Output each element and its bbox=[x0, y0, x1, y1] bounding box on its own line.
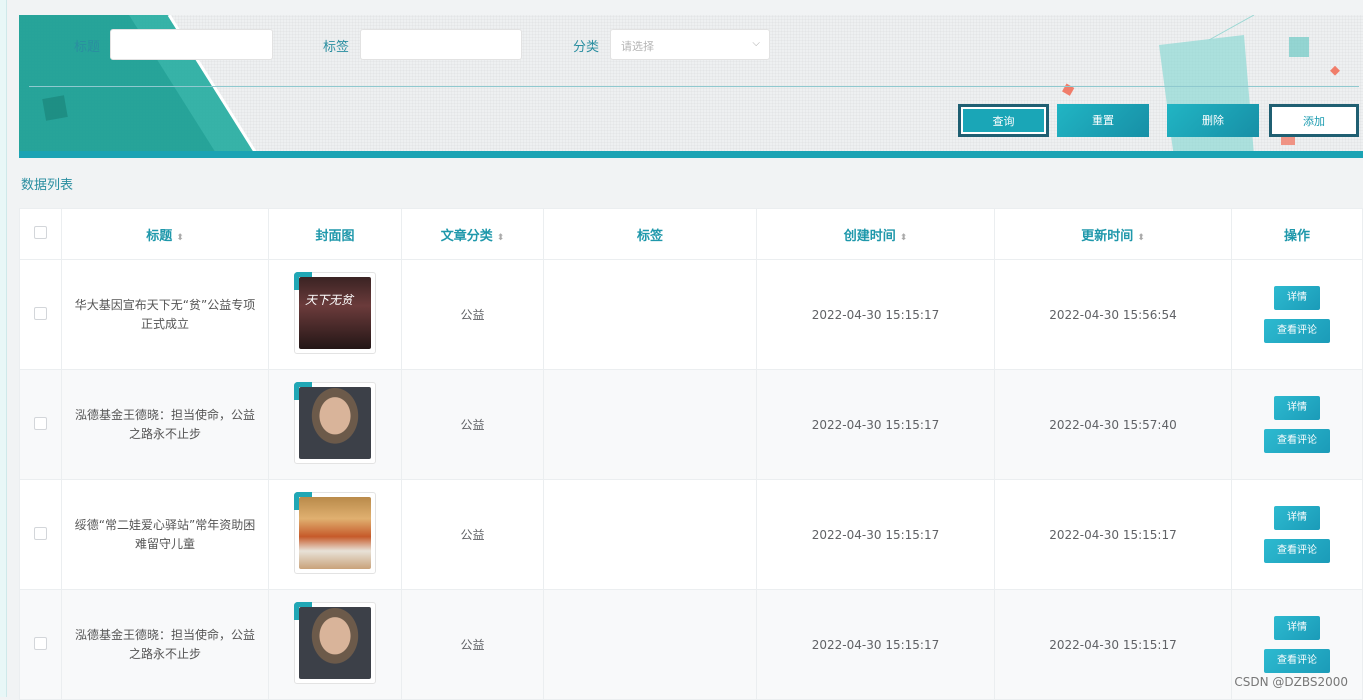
col-created-label: 创建时间 bbox=[843, 228, 896, 244]
watermark: CSDN @DZBS2000 bbox=[1234, 675, 1348, 689]
view-comments-button[interactable]: 查看评论 bbox=[1264, 319, 1330, 343]
row-cover-cell bbox=[268, 369, 402, 480]
row-updated: 2022-04-30 15:57:40 bbox=[994, 369, 1232, 480]
category-select[interactable]: 请选择 ⌵ bbox=[610, 29, 770, 60]
row-ops: 详情 查看评论 bbox=[1231, 259, 1363, 370]
cover-corner-accent bbox=[294, 492, 312, 510]
sort-icon[interactable]: ⬍ bbox=[1137, 233, 1145, 243]
col-ops-label: 操作 bbox=[1283, 228, 1310, 244]
col-tags-label: 标签 bbox=[636, 228, 663, 244]
table-row: 华大基因宣布天下无“贫”公益专项正式成立 天下无贫 公益 2022-04-30 … bbox=[19, 259, 1363, 370]
chevron-down-icon: ⌵ bbox=[752, 38, 760, 49]
col-created-header[interactable]: 创建时间 ⬍ bbox=[756, 208, 995, 260]
row-tags bbox=[543, 479, 757, 590]
cover-image[interactable] bbox=[294, 492, 376, 574]
category-filter-label: 分类 bbox=[573, 40, 600, 55]
row-checkbox[interactable] bbox=[34, 306, 47, 320]
row-tags bbox=[543, 369, 757, 480]
detail-button[interactable]: 详情 bbox=[1274, 616, 1320, 640]
col-title-label: 标题 bbox=[146, 228, 173, 244]
row-checkbox[interactable] bbox=[34, 636, 47, 650]
row-updated: 2022-04-30 15:15:17 bbox=[994, 479, 1232, 590]
table-row: 绥德“常二娃爱心驿站”常年资助困难留守儿童 公益 2022-04-30 15:1… bbox=[19, 479, 1363, 590]
row-select-cell bbox=[19, 479, 62, 590]
title-search-input[interactable] bbox=[110, 29, 273, 60]
sort-icon[interactable]: ⬍ bbox=[900, 233, 908, 243]
col-tags-header: 标签 bbox=[543, 208, 757, 260]
sort-icon[interactable]: ⬍ bbox=[497, 233, 505, 243]
row-title: 绥德“常二娃爱心驿站”常年资助困难留守儿童 bbox=[61, 479, 269, 590]
row-created: 2022-04-30 15:15:17 bbox=[756, 589, 995, 700]
row-ops: 详情 查看评论 bbox=[1231, 479, 1363, 590]
cover-overlay-text: 天下无贫 bbox=[305, 293, 354, 307]
cover-image[interactable] bbox=[294, 602, 376, 684]
detail-button[interactable]: 详情 bbox=[1274, 396, 1320, 420]
row-select-cell bbox=[19, 259, 62, 370]
data-table: 标题 ⬍ 封面图 文章分类 ⬍ 标签 创建时间 ⬍ 更新时间 ⬍ 操作 华大基因宣布天下… bbox=[19, 208, 1363, 700]
cover-corner-accent bbox=[294, 602, 312, 620]
view-comments-button[interactable]: 查看评论 bbox=[1264, 539, 1330, 563]
row-updated: 2022-04-30 15:56:54 bbox=[994, 259, 1232, 370]
row-cover-cell: 天下无贫 bbox=[268, 259, 402, 370]
window-left-edge bbox=[0, 0, 7, 697]
title-filter-label: 标题 bbox=[74, 40, 101, 55]
view-comments-button[interactable]: 查看评论 bbox=[1264, 429, 1330, 453]
col-cover-header: 封面图 bbox=[268, 208, 402, 260]
row-cover-cell bbox=[268, 589, 402, 700]
table-row: 泓德基金王德晓：担当使命，公益之路永不止步 公益 2022-04-30 15:1… bbox=[19, 589, 1363, 700]
row-title: 华大基因宣布天下无“贫”公益专项正式成立 bbox=[61, 259, 269, 370]
delete-button[interactable]: 删除 bbox=[1167, 104, 1259, 137]
view-comments-button[interactable]: 查看评论 bbox=[1264, 649, 1330, 673]
table-row: 泓德基金王德晓：担当使命，公益之路永不止步 公益 2022-04-30 15:1… bbox=[19, 369, 1363, 480]
row-select-cell bbox=[19, 589, 62, 700]
search-panel: 标题 标签 分类 请选择 ⌵ 查询 重置 删除 添加 bbox=[19, 15, 1363, 158]
cover-image[interactable]: 天下无贫 bbox=[294, 272, 376, 354]
col-updated-header[interactable]: 更新时间 ⬍ bbox=[994, 208, 1232, 260]
col-category-header[interactable]: 文章分类 ⬍ bbox=[401, 208, 544, 260]
cover-image[interactable] bbox=[294, 382, 376, 464]
row-ops: 详情 查看评论 bbox=[1231, 369, 1363, 480]
row-created: 2022-04-30 15:15:17 bbox=[756, 369, 995, 480]
panel-accent-bar bbox=[19, 151, 1363, 158]
col-title-header[interactable]: 标题 ⬍ bbox=[61, 208, 269, 260]
table-header-row: 标题 ⬍ 封面图 文章分类 ⬍ 标签 创建时间 ⬍ 更新时间 ⬍ 操作 bbox=[19, 208, 1363, 260]
row-created: 2022-04-30 15:15:17 bbox=[756, 479, 995, 590]
row-updated: 2022-04-30 15:15:17 bbox=[994, 589, 1232, 700]
row-checkbox[interactable] bbox=[34, 526, 47, 540]
row-category: 公益 bbox=[401, 479, 544, 590]
col-updated-label: 更新时间 bbox=[1081, 228, 1134, 244]
row-created: 2022-04-30 15:15:17 bbox=[756, 259, 995, 370]
row-title: 泓德基金王德晓：担当使命，公益之路永不止步 bbox=[61, 589, 269, 700]
row-tags bbox=[543, 259, 757, 370]
category-select-placeholder: 请选择 bbox=[621, 40, 654, 53]
select-all-checkbox[interactable] bbox=[34, 225, 47, 239]
reset-button[interactable]: 重置 bbox=[1057, 104, 1149, 137]
col-category-label: 文章分类 bbox=[440, 228, 493, 244]
col-ops-header: 操作 bbox=[1231, 208, 1363, 260]
add-button[interactable]: 添加 bbox=[1269, 104, 1359, 137]
cover-corner-accent bbox=[294, 382, 312, 400]
query-button[interactable]: 查询 bbox=[958, 104, 1049, 137]
row-tags bbox=[543, 589, 757, 700]
row-category: 公益 bbox=[401, 259, 544, 370]
row-checkbox[interactable] bbox=[34, 416, 47, 430]
tag-search-input[interactable] bbox=[360, 29, 522, 60]
cover-photo-group-dark: 天下无贫 bbox=[299, 277, 371, 349]
select-all-cell bbox=[19, 208, 62, 260]
row-category: 公益 bbox=[401, 369, 544, 480]
row-cover-cell bbox=[268, 479, 402, 590]
tag-filter-label: 标签 bbox=[323, 40, 350, 55]
row-title: 泓德基金王德晓：担当使命，公益之路永不止步 bbox=[61, 369, 269, 480]
detail-button[interactable]: 详情 bbox=[1274, 506, 1320, 530]
col-cover-label: 封面图 bbox=[315, 228, 355, 244]
sort-icon[interactable]: ⬍ bbox=[176, 233, 184, 243]
row-category: 公益 bbox=[401, 589, 544, 700]
row-select-cell bbox=[19, 369, 62, 480]
section-title: 数据列表 bbox=[21, 178, 74, 193]
panel-divider bbox=[29, 86, 1359, 87]
detail-button[interactable]: 详情 bbox=[1274, 286, 1320, 310]
